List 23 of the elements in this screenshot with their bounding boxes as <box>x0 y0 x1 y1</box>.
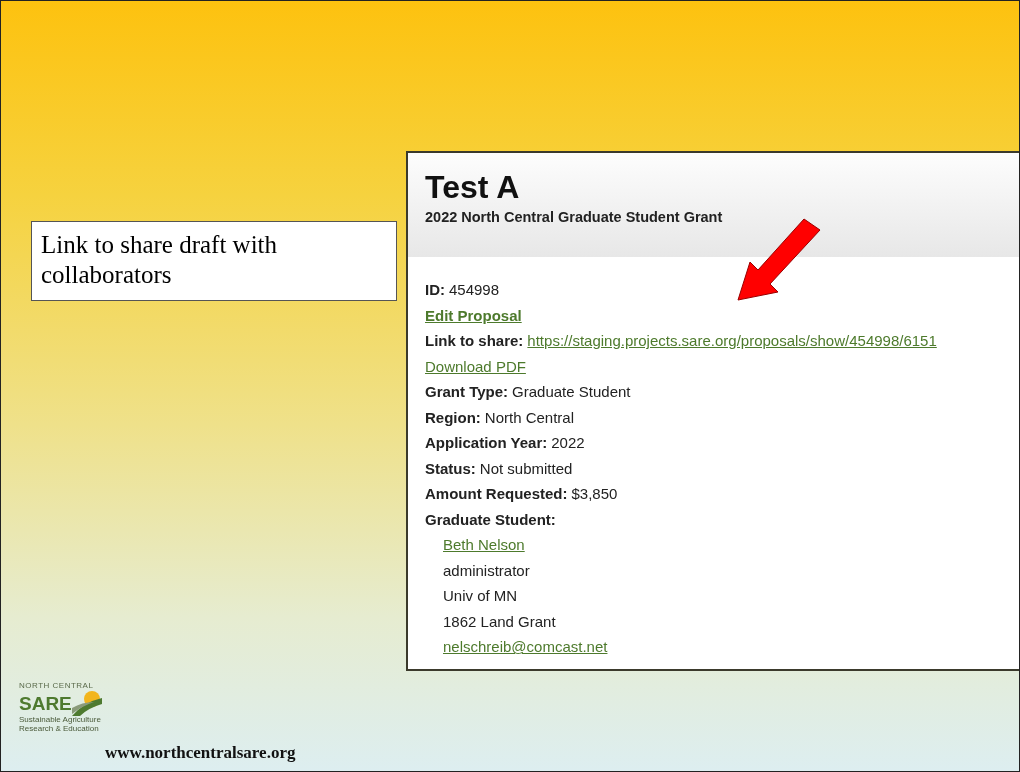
field-label: Link to share: <box>425 332 524 350</box>
field-row-text: Status: Not submitted <box>425 458 573 479</box>
contact-link[interactable]: nelschreib@comcast.net <box>443 638 608 656</box>
website-url: www.northcentralsare.org <box>105 743 296 763</box>
info-text: 1862 Land Grant <box>443 611 556 632</box>
field-row-text: Grant Type: Graduate Student <box>425 382 631 403</box>
page-subtitle: 2022 North Central Graduate Student Grant <box>425 208 723 225</box>
arrow-icon <box>736 218 822 302</box>
field-icon <box>71 690 102 716</box>
field-row-text: Amount Requested: $3,850 <box>425 484 618 505</box>
page-title: Test A <box>425 171 520 205</box>
section-heading: Graduate Student: <box>425 509 556 530</box>
contact-link[interactable]: Beth Nelson <box>443 536 525 554</box>
field-row-text: Region: North Central <box>425 407 575 428</box>
logo: NORTH CENTRAL SARE Sustainable Agriculture Research & Education <box>19 681 103 735</box>
info-text: administrator <box>443 560 530 581</box>
edit-link[interactable]: Edit Proposal <box>425 306 522 324</box>
field-row-text: ID: 454998 <box>425 280 500 301</box>
field-row-text: Application Year: 2022 <box>425 433 585 454</box>
share-link[interactable]: https://staging.projects.sare.org/proposals/show/454998/6151 <box>527 332 937 350</box>
info-text: Univ of MN <box>443 586 518 607</box>
download-link[interactable]: Download PDF <box>425 357 526 375</box>
callout-text: Link to share draft with collaborators <box>31 221 397 301</box>
